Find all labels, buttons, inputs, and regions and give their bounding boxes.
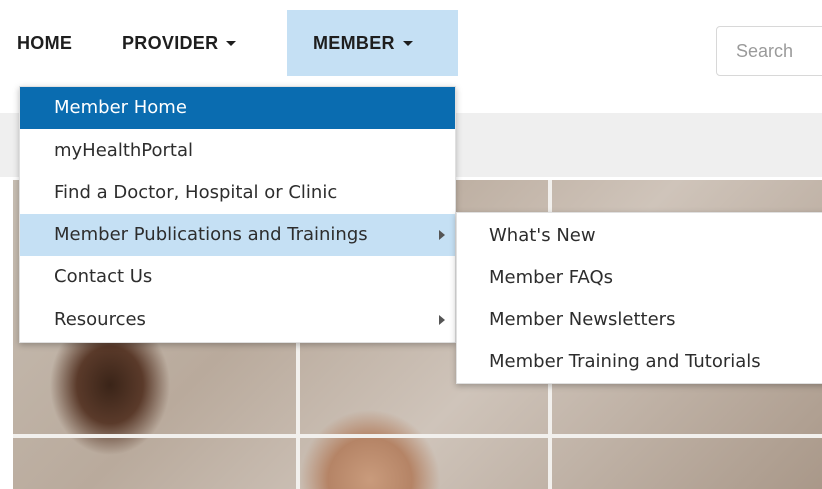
search-input[interactable] bbox=[716, 26, 822, 76]
submenu-item-member-faqs[interactable]: Member FAQs bbox=[457, 257, 822, 299]
menu-item-member-publications[interactable]: Member Publications and Trainings bbox=[20, 214, 455, 256]
publications-submenu: What's New Member FAQs Member Newsletter… bbox=[456, 212, 822, 384]
menu-item-label: myHealthPortal bbox=[54, 140, 194, 161]
submenu-item-label: What's New bbox=[489, 225, 596, 246]
nav-provider-dropdown[interactable]: PROVIDER bbox=[104, 10, 254, 76]
chevron-right-icon bbox=[439, 230, 445, 240]
caret-down-icon bbox=[226, 41, 237, 46]
menu-item-find-a-doctor[interactable]: Find a Doctor, Hospital or Clinic bbox=[20, 172, 455, 214]
menu-item-label: Resources bbox=[54, 309, 146, 330]
menu-item-contact-us[interactable]: Contact Us bbox=[20, 256, 455, 298]
submenu-item-label: Member Training and Tutorials bbox=[489, 351, 761, 372]
submenu-item-member-newsletters[interactable]: Member Newsletters bbox=[457, 299, 822, 341]
menu-item-label: Member Publications and Trainings bbox=[54, 224, 368, 245]
menu-item-label: Contact Us bbox=[54, 266, 153, 287]
submenu-item-label: Member FAQs bbox=[489, 267, 614, 288]
collage-divider bbox=[0, 434, 822, 438]
submenu-item-label: Member Newsletters bbox=[489, 309, 676, 330]
menu-item-myhealthportal[interactable]: myHealthPortal bbox=[20, 130, 455, 172]
menu-item-resources[interactable]: Resources bbox=[20, 299, 455, 341]
caret-down-icon bbox=[402, 41, 413, 46]
nav-home-link[interactable]: HOME bbox=[0, 10, 90, 76]
member-dropdown-menu: Member Home myHealthPortal Find a Doctor… bbox=[19, 86, 456, 343]
nav-member-dropdown[interactable]: MEMBER bbox=[287, 10, 458, 76]
top-navbar: HOME PROVIDER MEMBER bbox=[0, 0, 822, 86]
nav-member-label: MEMBER bbox=[313, 33, 395, 53]
chevron-right-icon bbox=[439, 315, 445, 325]
menu-item-label: Member Home bbox=[54, 97, 187, 118]
submenu-item-member-training[interactable]: Member Training and Tutorials bbox=[457, 341, 822, 383]
nav-home-label: HOME bbox=[17, 33, 73, 53]
menu-item-member-home[interactable]: Member Home bbox=[20, 87, 455, 129]
nav-provider-label: PROVIDER bbox=[122, 33, 219, 53]
submenu-item-whats-new[interactable]: What's New bbox=[457, 215, 822, 257]
collage-margin bbox=[0, 180, 13, 489]
menu-item-label: Find a Doctor, Hospital or Clinic bbox=[54, 182, 338, 203]
